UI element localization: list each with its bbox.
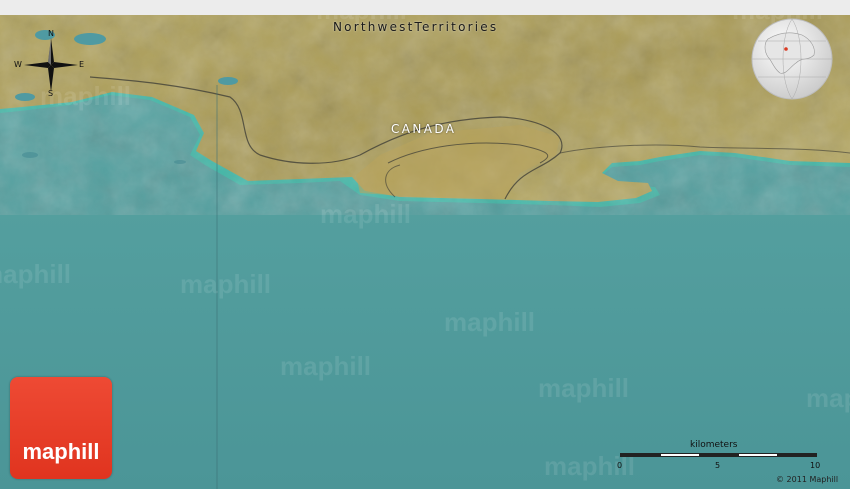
globe-icon <box>751 18 833 100</box>
top-bar <box>0 0 850 15</box>
compass-south-label: S <box>48 89 54 98</box>
compass-rose: N S W E <box>14 29 86 98</box>
watermark: maphill <box>0 259 72 289</box>
map-canvas[interactable]: maphill maphill maphill maphill maphill … <box>0 15 850 489</box>
scale-segment <box>699 454 739 456</box>
compass-east-label: E <box>79 60 85 69</box>
copyright-text: © 2011 Maphill <box>776 475 839 484</box>
scale-bar: kilometers 0 5 10 <box>612 440 822 476</box>
watermark: maphill <box>538 373 630 403</box>
scale-line <box>620 453 817 457</box>
scale-segment <box>777 454 816 456</box>
watermark: maphill <box>320 199 412 229</box>
country-label: CANADA <box>391 122 457 136</box>
compass-west-label: W <box>14 60 22 69</box>
scale-unit-label: kilometers <box>690 440 738 450</box>
scale-tick-10: 10 <box>810 461 821 470</box>
watermark: maphill <box>180 269 272 299</box>
scale-tick-5: 5 <box>715 461 721 470</box>
maphill-logo[interactable]: maphill <box>10 377 112 479</box>
scale-segment <box>621 454 661 456</box>
compass-north-label: N <box>48 29 54 38</box>
watermark: maphill <box>280 351 372 381</box>
watermark: maphill <box>806 383 850 413</box>
logo-text: maphill <box>22 439 100 464</box>
watermark: maphill <box>444 307 536 337</box>
scale-tick-0: 0 <box>617 461 623 470</box>
territory-label: NorthwestTerritories <box>333 20 499 34</box>
locator-globe <box>750 17 834 101</box>
